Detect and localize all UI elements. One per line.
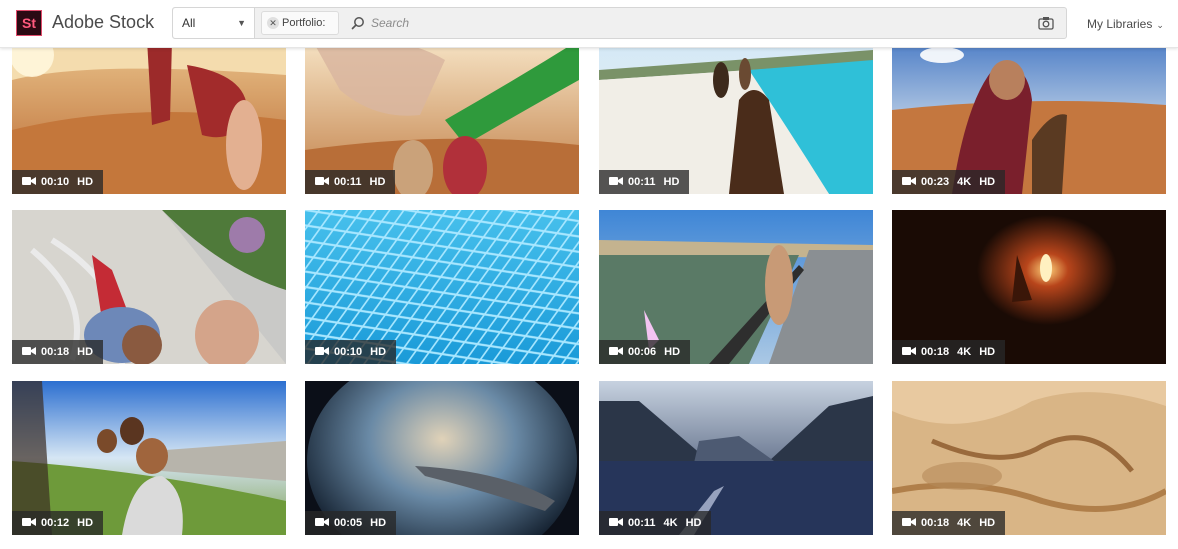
video-camera-icon: [609, 177, 623, 186]
video-camera-icon: [315, 347, 329, 356]
video-camera-icon: [902, 518, 916, 527]
video-duration: 00:11: [628, 517, 656, 529]
video-quality-label: HD: [77, 517, 94, 529]
filter-value: All: [182, 16, 196, 30]
video-tile[interactable]: 00:18 HD: [12, 210, 286, 364]
adobe-stock-logo[interactable]: St: [16, 10, 42, 36]
video-camera-icon: [22, 347, 36, 356]
video-quality-label: 4K: [957, 517, 972, 529]
search-bar: All ▼ ✕ Portfolio:: [172, 7, 1067, 39]
my-libraries-menu[interactable]: My Libraries ⌄: [1087, 17, 1164, 31]
video-duration: 00:18: [41, 346, 70, 358]
video-quality-label: HD: [77, 176, 94, 188]
video-camera-icon: [315, 177, 329, 186]
video-quality-label: HD: [685, 517, 702, 529]
video-quality-label: HD: [979, 517, 996, 529]
video-info-badge: 00:11 HD: [599, 170, 690, 194]
video-tile[interactable]: 00:10 HD: [305, 210, 579, 364]
video-grid: 00:10 HD 00:11 HD 00:11 HD 00:23 4K HD 00:18 H…: [0, 0, 1178, 549]
brand-name[interactable]: Adobe Stock: [52, 12, 154, 33]
chip-label: Portfolio:: [282, 17, 326, 29]
video-info-badge: 00:23 4K HD: [892, 170, 1006, 194]
video-quality-label: 4K: [957, 176, 972, 188]
video-tile[interactable]: 00:11 HD: [599, 40, 873, 194]
video-info-badge: 00:10 HD: [305, 340, 397, 364]
video-tile[interactable]: 00:18 4K HD: [892, 381, 1166, 535]
libraries-label: My Libraries: [1087, 17, 1153, 31]
video-duration: 00:05: [334, 517, 363, 529]
video-info-badge: 00:11 HD: [305, 170, 396, 194]
video-camera-icon: [315, 518, 329, 527]
video-camera-icon: [609, 518, 623, 527]
video-camera-icon: [22, 518, 36, 527]
video-camera-icon: [22, 177, 36, 186]
video-info-badge: 00:05 HD: [305, 511, 397, 535]
video-info-badge: 00:18 4K HD: [892, 340, 1006, 364]
video-info-badge: 00:12 HD: [12, 511, 104, 535]
video-duration: 00:10: [41, 176, 70, 188]
search-icon: [351, 17, 364, 30]
video-info-badge: 00:18 4K HD: [892, 511, 1006, 535]
video-tile[interactable]: 00:18 4K HD: [892, 210, 1166, 364]
video-tile[interactable]: 00:23 4K HD: [892, 40, 1166, 194]
video-duration: 00:10: [334, 346, 363, 358]
top-header: St Adobe Stock All ▼ ✕ Portfolio: My Lib…: [0, 0, 1178, 48]
video-tile[interactable]: 00:12 HD: [12, 381, 286, 535]
video-info-badge: 00:06 HD: [599, 340, 691, 364]
video-quality-label: HD: [369, 176, 386, 188]
video-quality-label: HD: [370, 346, 387, 358]
search-input[interactable]: [371, 12, 971, 34]
video-camera-icon: [902, 177, 916, 186]
video-camera-icon: [902, 347, 916, 356]
video-info-badge: 00:18 HD: [12, 340, 104, 364]
video-camera-icon: [609, 347, 623, 356]
video-info-badge: 00:11 4K HD: [599, 511, 712, 535]
video-tile[interactable]: 00:05 HD: [305, 381, 579, 535]
video-duration: 00:12: [41, 517, 70, 529]
video-tile[interactable]: 00:11 4K HD: [599, 381, 873, 535]
video-tile[interactable]: 00:10 HD: [12, 40, 286, 194]
video-duration: 00:18: [921, 346, 950, 358]
video-duration: 00:18: [921, 517, 950, 529]
video-quality-label: 4K: [957, 346, 972, 358]
video-quality-label: HD: [664, 346, 681, 358]
chevron-down-icon: ▼: [237, 18, 246, 28]
camera-icon[interactable]: [1038, 16, 1054, 30]
video-duration: 00:23: [921, 176, 950, 188]
video-quality-label: HD: [77, 346, 94, 358]
video-info-badge: 00:10 HD: [12, 170, 104, 194]
video-duration: 00:06: [628, 346, 657, 358]
video-duration: 00:11: [628, 176, 656, 188]
video-tile[interactable]: 00:06 HD: [599, 210, 873, 364]
video-quality-label: HD: [979, 176, 996, 188]
portfolio-filter-chip: ✕ Portfolio:: [261, 11, 339, 35]
video-tile[interactable]: 00:11 HD: [305, 40, 579, 194]
video-quality-label: HD: [979, 346, 996, 358]
asset-type-filter[interactable]: All ▼: [173, 8, 255, 38]
video-quality-label: 4K: [663, 517, 678, 529]
video-quality-label: HD: [663, 176, 680, 188]
close-icon[interactable]: ✕: [267, 17, 279, 29]
chevron-down-icon: ⌄: [1156, 20, 1164, 30]
video-duration: 00:11: [334, 176, 362, 188]
video-quality-label: HD: [370, 517, 387, 529]
